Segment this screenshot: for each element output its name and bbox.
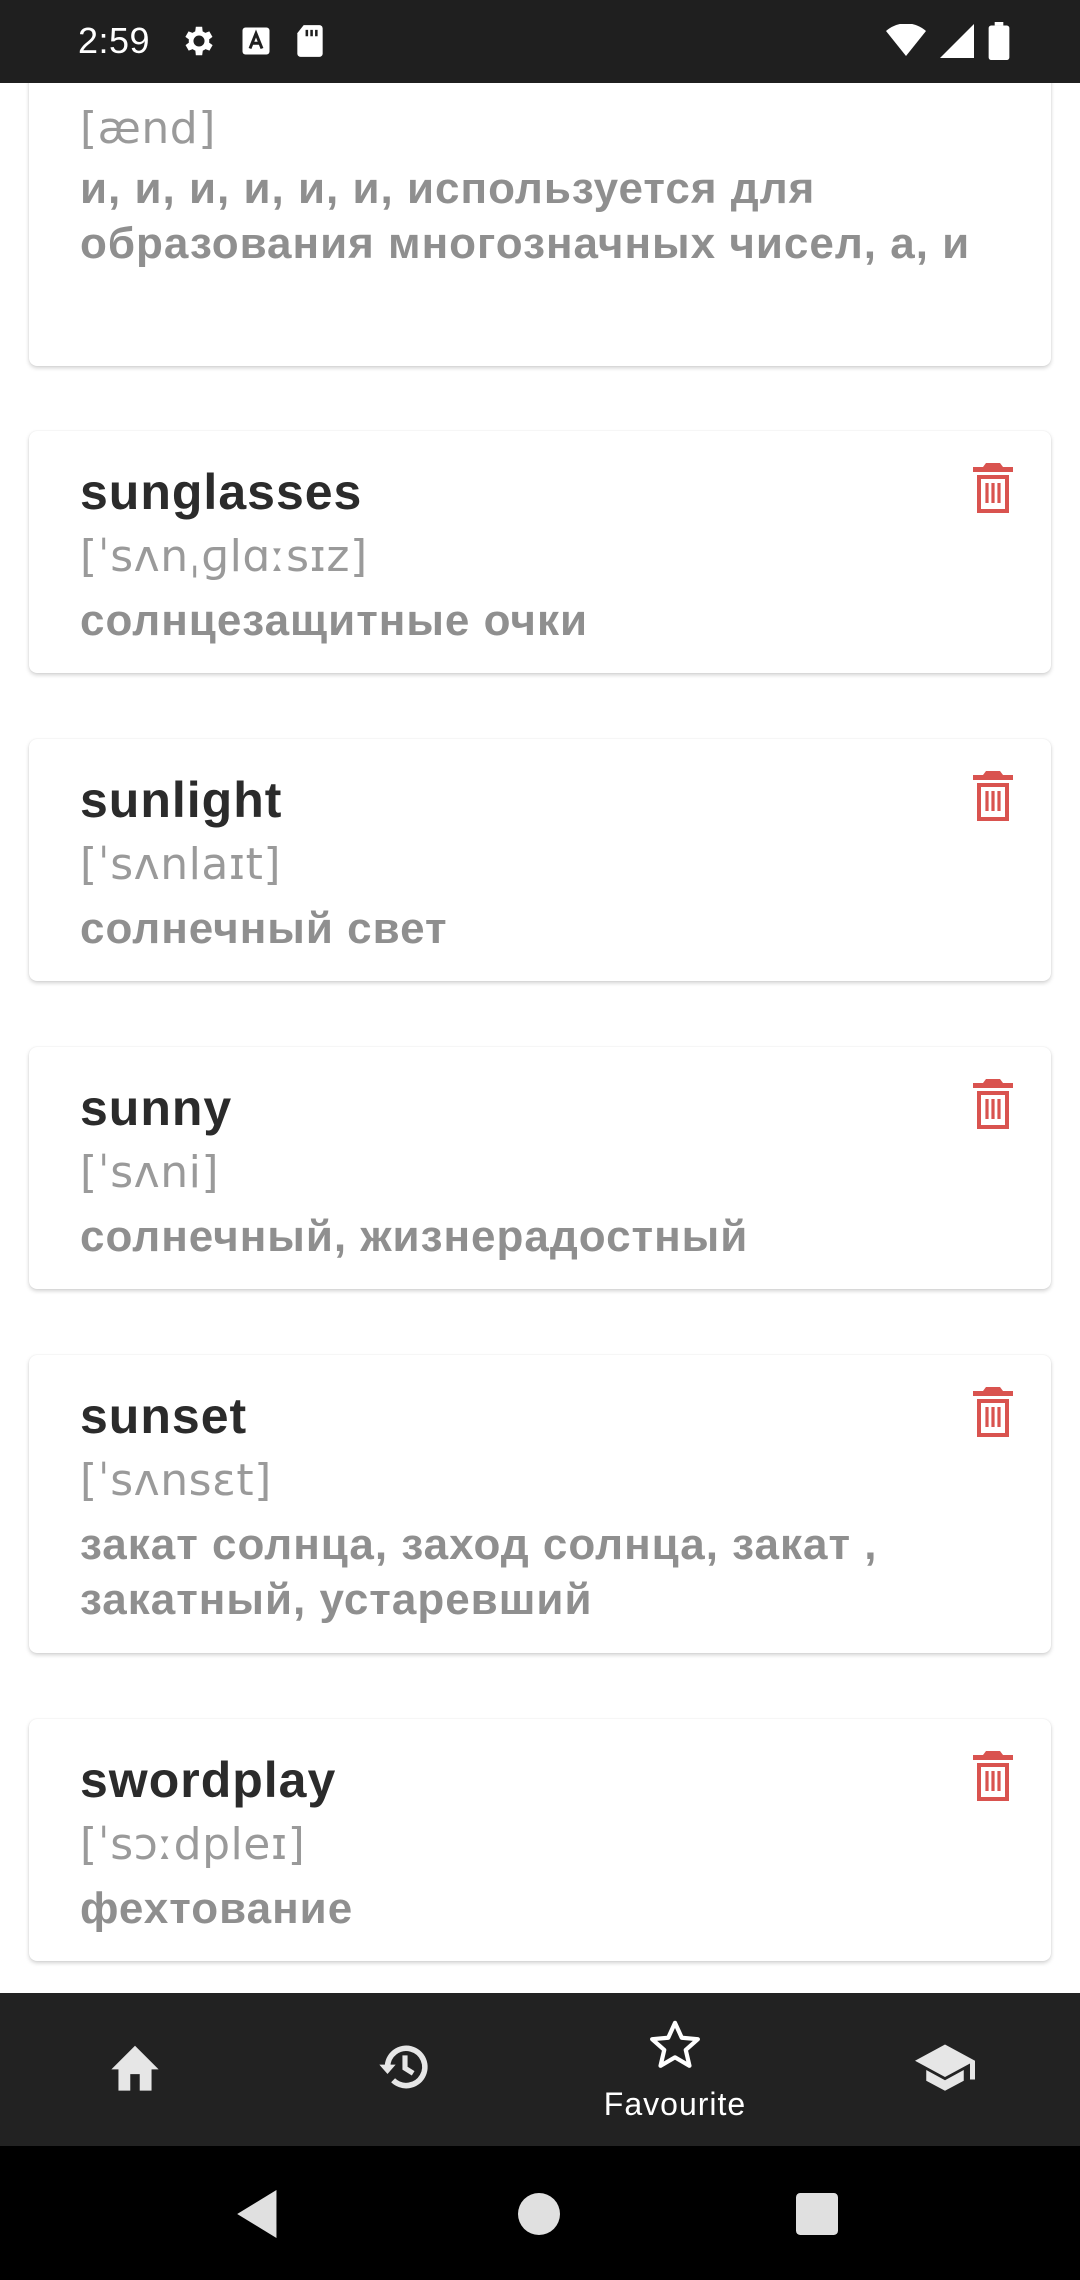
word: sunset: [80, 1388, 248, 1444]
transcription: [ænd]: [80, 103, 216, 154]
favourite-card[interactable]: sunglasses [ˈsʌnˌɡlɑːsɪz] солнцезащитные…: [29, 431, 1051, 673]
status-bar: 2:59: [0, 0, 1080, 83]
favourite-card[interactable]: sunny [ˈsʌni] солнечный, жизнерадостный: [29, 1047, 1051, 1289]
nav-favourite-label: Favourite: [603, 2085, 747, 2122]
translation: фехтование: [80, 1884, 354, 1933]
font-a-icon: [238, 22, 274, 60]
favourite-card[interactable]: sunlight [ˈsʌnlaɪt] солнечный свет: [29, 739, 1051, 981]
favourite-card[interactable]: and [ænd] и, и, и, и, и, и, используется…: [29, 83, 1051, 366]
history-icon: [375, 2039, 435, 2100]
delete-icon[interactable]: [969, 1749, 1017, 1805]
battery-icon: [988, 22, 1010, 60]
school-icon: [914, 2042, 976, 2097]
home-icon: [106, 2041, 164, 2098]
back-icon[interactable]: [236, 2190, 282, 2243]
status-time: 2:59: [78, 20, 151, 61]
delete-icon[interactable]: [969, 1077, 1017, 1133]
word: and: [80, 83, 172, 85]
transcription: [ˈsɔːdpleɪ]: [80, 1819, 306, 1870]
word: sunlight: [80, 772, 283, 828]
nav-home[interactable]: [0, 1993, 270, 2146]
nav-history[interactable]: [270, 1993, 540, 2146]
wifi-icon: [886, 24, 926, 58]
translation: и, и, и, и, и, и, используется для образ…: [80, 164, 971, 268]
favourite-card[interactable]: sunset [ˈsʌnsɛt] закат солнца, заход сол…: [29, 1355, 1051, 1653]
nav-favourite[interactable]: Favourite: [540, 1993, 810, 2146]
delete-icon[interactable]: [969, 461, 1017, 517]
nav-learn[interactable]: [810, 1993, 1080, 2146]
favourite-card[interactable]: swordplay [ˈsɔːdpleɪ] фехтование: [29, 1719, 1051, 1961]
system-navigation-bar: [0, 2146, 1080, 2280]
word: sunny: [80, 1080, 233, 1136]
bottom-navigation: Favourite: [0, 1993, 1080, 2146]
recents-icon[interactable]: [796, 2193, 838, 2240]
signal-icon: [940, 24, 974, 58]
star-icon: [646, 2017, 704, 2078]
translation: солнечный свет: [80, 904, 448, 953]
translation: закат солнца, заход солнца, закат , зака…: [80, 1520, 878, 1624]
transcription: [ˈsʌnlaɪt]: [80, 839, 282, 890]
gear-icon: [180, 22, 218, 60]
word: sunglasses: [80, 464, 363, 520]
sd-card-icon: [294, 22, 326, 60]
translation: солнечный, жизнерадостный: [80, 1212, 749, 1261]
delete-icon[interactable]: [969, 1385, 1017, 1441]
transcription: [ˈsʌnsɛt]: [80, 1455, 272, 1506]
transcription: [ˈsʌni]: [80, 1147, 220, 1198]
favourites-list[interactable]: and [ænd] и, и, и, и, и, и, используется…: [0, 83, 1080, 1993]
home-circle-icon[interactable]: [518, 2193, 560, 2240]
delete-icon[interactable]: [969, 769, 1017, 825]
translation: солнцезащитные очки: [80, 596, 589, 645]
transcription: [ˈsʌnˌɡlɑːsɪz]: [80, 531, 368, 582]
word: swordplay: [80, 1752, 337, 1808]
